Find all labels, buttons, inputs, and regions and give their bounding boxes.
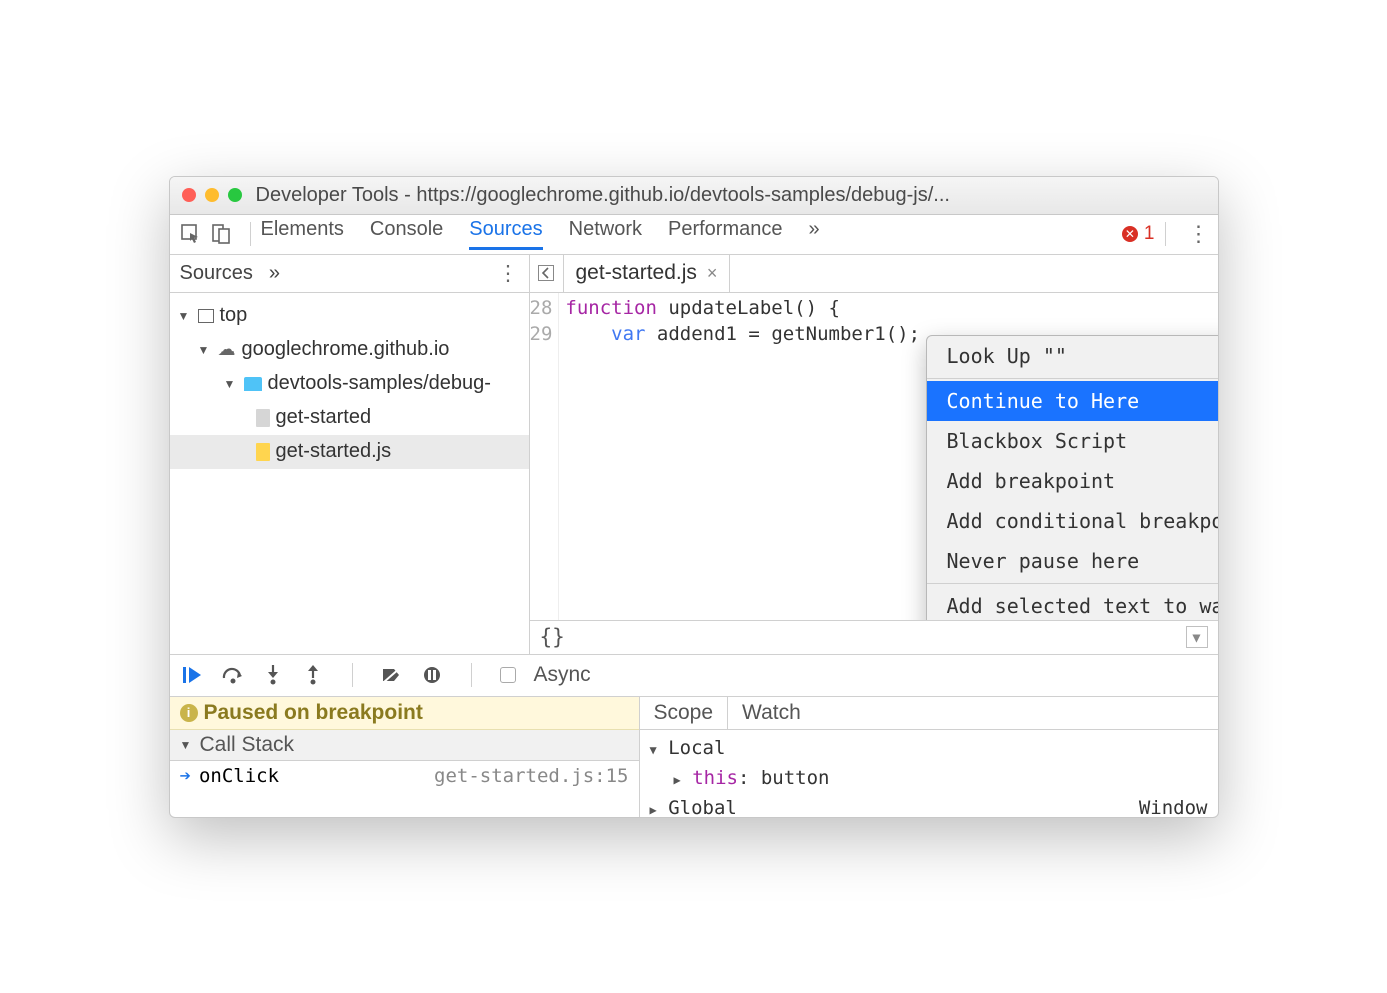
sidebar-menu-icon[interactable]: ⋮ (498, 261, 519, 286)
chevron-down-icon: ▼ (178, 309, 192, 323)
scope-tree: ▼ Local ▶ this: button ▶ GlobalWindow (640, 730, 1218, 818)
cm-blackbox-script[interactable]: Blackbox Script (927, 421, 1218, 461)
tab-watch[interactable]: Watch (728, 697, 815, 729)
chevron-down-icon: ▼ (180, 738, 194, 752)
device-icon[interactable] (210, 223, 232, 245)
tree-domain[interactable]: ▼ ☁ googlechrome.github.io (170, 333, 529, 367)
chevron-down-icon: ▼ (198, 343, 212, 357)
folder-icon (244, 377, 262, 391)
editor-status: {} ▾ (530, 620, 1218, 654)
sources-sidebar: Sources » ⋮ ▼ top ▼ ☁ googlechrome.githu… (170, 255, 530, 654)
editor-tab[interactable]: get-started.js × (564, 255, 731, 292)
async-checkbox[interactable] (500, 667, 516, 683)
sidebar-tabs: Sources » ⋮ (170, 255, 529, 293)
inspect-icon[interactable] (180, 223, 202, 245)
panel-tabs: Elements Console Sources Network Perform… (261, 218, 1122, 250)
traffic-lights (182, 188, 242, 202)
tab-console[interactable]: Console (370, 218, 443, 250)
error-badge[interactable]: ✕ 1 (1122, 223, 1155, 245)
minimize-window-icon[interactable] (205, 188, 219, 202)
callstack-frame[interactable]: ➔ onClick get-started.js:15 (170, 761, 639, 791)
callstack-panel: i Paused on breakpoint ▼ Call Stack ➔ on… (170, 697, 640, 817)
titlebar: Developer Tools - https://googlechrome.g… (170, 177, 1218, 215)
pause-on-exceptions-icon[interactable] (421, 666, 443, 684)
code-editor: get-started.js × 28 29 function updateLa… (530, 255, 1218, 654)
editor-tab-label: get-started.js (576, 261, 697, 285)
deactivate-breakpoints-icon[interactable] (381, 666, 403, 684)
resume-icon[interactable] (182, 666, 204, 684)
cloud-icon: ☁ (218, 339, 236, 360)
tab-network[interactable]: Network (569, 218, 642, 250)
sources-main: Sources » ⋮ ▼ top ▼ ☁ googlechrome.githu… (170, 255, 1218, 655)
settings-menu-icon[interactable]: ⋮ (1188, 221, 1208, 247)
debugger-toolbar: Async (170, 655, 1218, 697)
callstack-header[interactable]: ▼ Call Stack (170, 730, 639, 761)
close-tab-icon[interactable]: × (707, 263, 718, 284)
close-window-icon[interactable] (182, 188, 196, 202)
js-file-icon (256, 443, 270, 461)
chevron-down-icon: ▼ (224, 377, 238, 391)
cm-lookup[interactable]: Look Up "" (927, 336, 1218, 376)
scope-panel: Scope Watch ▼ Local ▶ this: button ▶ Glo… (640, 697, 1218, 817)
frame-icon (198, 309, 214, 323)
cm-add-to-watches[interactable]: Add selected text to watches (927, 586, 1218, 620)
file-icon (256, 409, 270, 427)
context-menu: Look Up "" Continue to Here Blackbox Scr… (926, 335, 1218, 620)
devtools-window: Developer Tools - https://googlechrome.g… (169, 176, 1219, 818)
scope-local[interactable]: ▼ Local (650, 734, 1208, 764)
scope-this[interactable]: ▶ this: button (650, 764, 1208, 794)
file-tree: ▼ top ▼ ☁ googlechrome.github.io ▼ devto… (170, 293, 529, 475)
collapse-sidebar-icon[interactable] (530, 255, 564, 292)
sidebar-tabs-overflow[interactable]: » (269, 262, 280, 285)
step-into-icon[interactable] (262, 665, 284, 685)
window-title: Developer Tools - https://googlechrome.g… (256, 184, 950, 207)
cm-continue-to-here[interactable]: Continue to Here (927, 381, 1218, 421)
tab-elements[interactable]: Elements (261, 218, 344, 250)
main-toolbar: Elements Console Sources Network Perform… (170, 215, 1218, 255)
step-over-icon[interactable] (222, 666, 244, 684)
tab-sources[interactable]: Sources (469, 218, 542, 250)
cm-add-conditional-breakpoint[interactable]: Add conditional breakpoint… (927, 501, 1218, 541)
editor-tabstrip: get-started.js × (530, 255, 1218, 293)
cm-never-pause-here[interactable]: Never pause here (927, 541, 1218, 581)
tree-file-html[interactable]: get-started (170, 401, 529, 435)
cm-add-breakpoint[interactable]: Add breakpoint (927, 461, 1218, 501)
tree-folder[interactable]: ▼ devtools-samples/debug- (170, 367, 529, 401)
zoom-window-icon[interactable] (228, 188, 242, 202)
line-gutter: 28 29 (530, 293, 560, 620)
tabs-overflow[interactable]: » (809, 218, 820, 250)
error-count: 1 (1144, 223, 1155, 245)
info-icon: i (180, 704, 198, 722)
sidebar-tab-sources[interactable]: Sources (180, 262, 253, 285)
current-frame-icon: ➔ (180, 765, 191, 787)
tree-file-js[interactable]: get-started.js (170, 435, 529, 469)
tree-top[interactable]: ▼ top (170, 299, 529, 333)
paused-banner: i Paused on breakpoint (170, 697, 639, 730)
tab-scope[interactable]: Scope (640, 697, 729, 729)
editor-dropdown-icon[interactable]: ▾ (1186, 626, 1208, 648)
scope-global[interactable]: ▶ GlobalWindow (650, 794, 1208, 818)
error-icon: ✕ (1122, 226, 1138, 242)
step-out-icon[interactable] (302, 665, 324, 685)
async-label: Async (534, 663, 591, 687)
debugger-panels: i Paused on breakpoint ▼ Call Stack ➔ on… (170, 697, 1218, 817)
code-area[interactable]: 28 29 function updateLabel() { var adden… (530, 293, 1218, 620)
tab-performance[interactable]: Performance (668, 218, 783, 250)
scope-watch-tabs: Scope Watch (640, 697, 1218, 730)
